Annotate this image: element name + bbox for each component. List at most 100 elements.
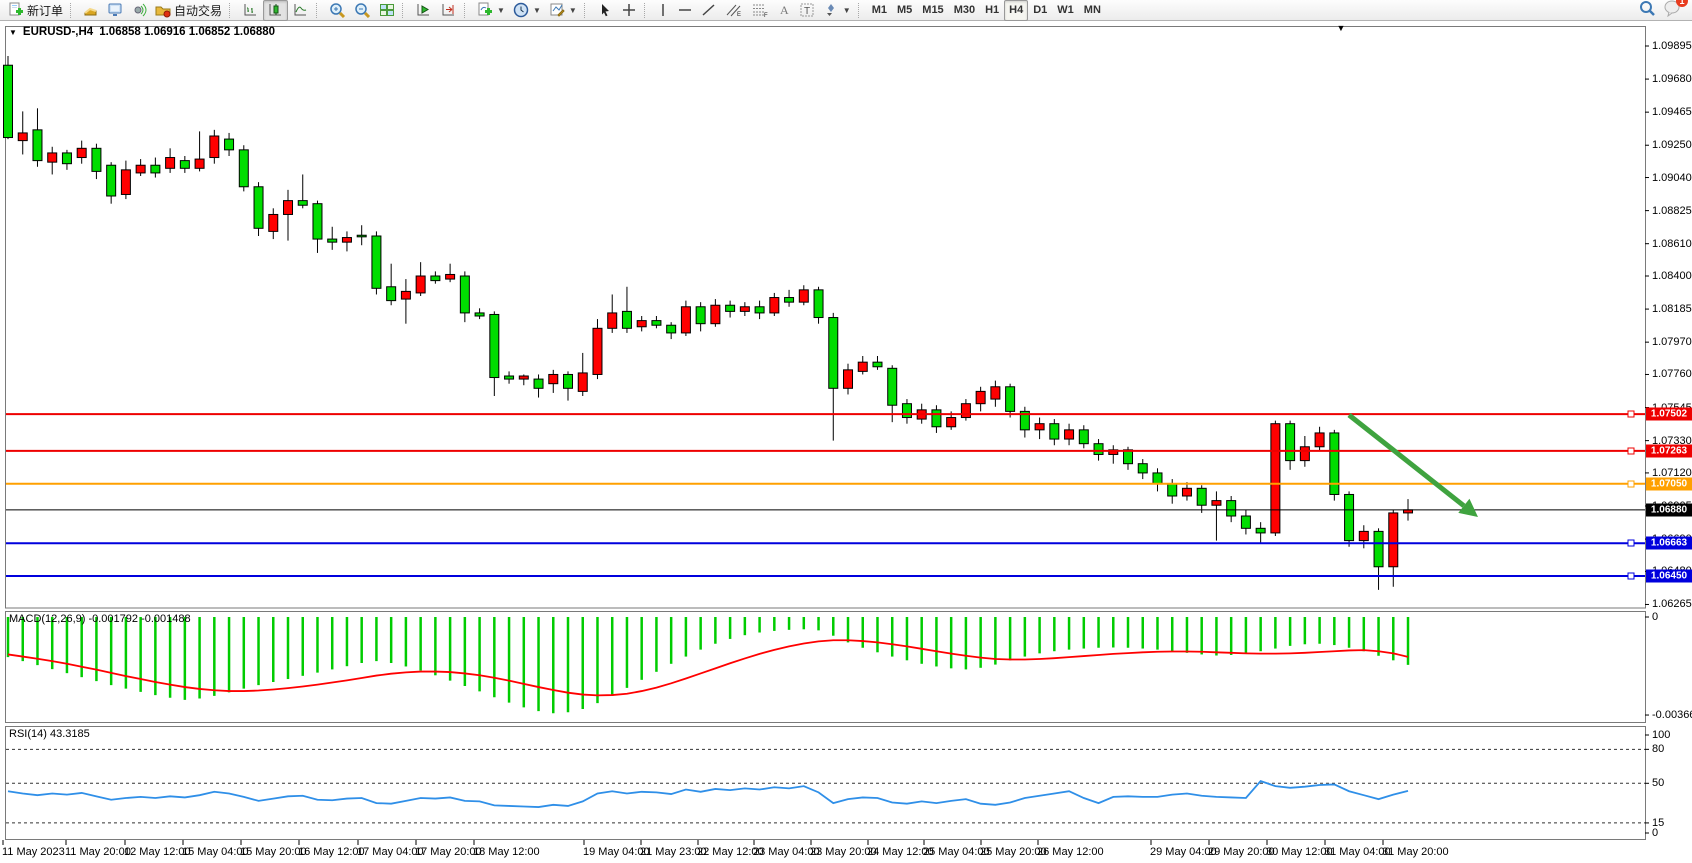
chevron-down-icon: ▼ [569,6,577,15]
alerts-button[interactable] [127,0,151,21]
notifications-icon[interactable]: 1 [1664,0,1682,22]
trendline-button[interactable] [697,0,721,21]
svg-text:F: F [764,13,768,18]
search-icon[interactable] [1638,0,1656,22]
tile-windows-button[interactable] [375,0,399,21]
chartshift-icon [440,2,457,18]
tf-m5-button[interactable]: M5 [892,0,917,21]
time-axis-label: 30 May 12:00 [1266,846,1333,858]
indicators-button[interactable]: ▼ [473,0,509,21]
bar-chart-button[interactable] [238,0,263,21]
price-axis-tick: 1.08825 [1652,205,1692,217]
linechart-icon [292,2,309,18]
time-axis-label: 15 May 20:00 [240,846,307,858]
tf-d1-button[interactable]: D1 [1028,0,1052,21]
tf-h1-button[interactable]: H1 [980,0,1004,21]
crosshair-button[interactable] [617,0,641,21]
channel-button[interactable]: E [721,0,747,21]
trend-arrow-annotation [1349,415,1464,506]
timeframe-label: W1 [1057,4,1074,16]
toolbar-separator [464,3,469,18]
price-axis-tick: 1.09250 [1652,139,1692,151]
rsi-indicator-label: RSI(14) 43.3185 [9,728,90,740]
indicators-icon [477,2,493,18]
price-axis-tick: 1.07970 [1652,336,1692,348]
timeframe-label: H1 [985,4,999,16]
template-icon [549,2,565,18]
candles-icon [267,2,284,18]
tf-w1-button[interactable]: W1 [1052,0,1079,21]
bid-price-tag: 1.06880 [1646,503,1692,516]
crosshair-icon [621,2,637,18]
auto-scroll-button[interactable] [411,0,436,21]
hline-handle[interactable] [1628,447,1635,454]
level-price-tag: 1.07502 [1646,408,1692,421]
cursor-button[interactable] [593,0,617,21]
timeframe-label: M30 [954,4,975,16]
periods-button[interactable]: ▼ [509,0,545,21]
hline-handle[interactable] [1628,572,1635,579]
main-toolbar: 新订单自动交易▼▼▼EFAT▼M1M5M15M30H1H4D1W1MN1 [0,0,1692,21]
chart-canvas [0,22,1692,863]
rsi-axis-tick: 80 [1652,743,1664,755]
autotrading-icon [155,2,171,18]
timeframe-label: M15 [922,4,943,16]
profiles-button[interactable] [103,0,127,21]
autotrading-button[interactable]: 自动交易 [151,0,226,21]
level-price-tag: 1.06450 [1646,569,1692,582]
new-order-button[interactable]: 新订单 [4,0,67,21]
text-button[interactable]: A [773,0,795,21]
time-axis-label: 17 May 20:00 [415,846,482,858]
ohlc-values: 1.06858 1.06916 1.06852 1.06880 [99,26,275,38]
level-price-tag: 1.07263 [1646,444,1692,457]
time-axis-label: 11 May 20:00 [65,846,131,858]
tiles-icon [379,2,395,18]
price-axis-tick: 1.09680 [1652,73,1692,85]
vertical-line-button[interactable] [653,0,673,21]
chart-shift-marker[interactable]: ▼ [1337,23,1346,33]
time-axis-label: 12 May 12:00 [124,846,191,858]
timeframe-label: M1 [872,4,887,16]
price-axis-tick: 1.08185 [1652,303,1692,315]
fibonacci-button[interactable]: F [747,0,773,21]
zoom-out-button[interactable] [350,0,375,21]
chart-symbol-line: ▼ EURUSD-,H4 1.06858 1.06916 1.06852 1.0… [9,26,275,38]
toolbar-separator [229,3,234,18]
time-axis-label: 18 May 12:00 [473,846,540,858]
arrows-button[interactable]: ▼ [819,0,855,21]
price-axis-tick: 1.09465 [1652,106,1692,118]
tf-h4-button[interactable]: H4 [1004,0,1028,21]
label-button[interactable]: T [795,0,819,21]
horizontal-line-button[interactable] [673,0,697,21]
time-axis-label: 15 May 04:00 [182,846,249,858]
chart-shift-button[interactable] [436,0,461,21]
hline-handle[interactable] [1628,540,1635,547]
zoom-in-button[interactable] [325,0,350,21]
tf-m15-button[interactable]: M15 [917,0,948,21]
tf-m30-button[interactable]: M30 [949,0,980,21]
clock-icon [513,2,529,18]
macd-axis-tick: -0.003666 [1652,709,1692,721]
new-order-icon [8,2,24,18]
labelT-icon: T [799,2,815,18]
price-axis-tick: 1.09895 [1652,40,1692,52]
svg-text:A: A [780,3,789,17]
gold-chart-icon [83,2,99,18]
hline-handle[interactable] [1628,411,1635,418]
shapes-icon [823,2,839,18]
price-axis-tick: 1.07760 [1652,368,1692,380]
new-chart-button[interactable] [79,0,103,21]
level-price-tag: 1.06663 [1646,537,1692,550]
tf-m1-button[interactable]: M1 [867,0,892,21]
symbol-dropdown-icon[interactable]: ▼ [9,28,17,37]
chart-area[interactable]: ▼ EURUSD-,H4 1.06858 1.06916 1.06852 1.0… [0,22,1692,863]
candlestick-chart-button[interactable] [263,0,288,21]
templates-button[interactable]: ▼ [545,0,581,21]
hline-handle[interactable] [1628,480,1635,487]
chevron-down-icon: ▼ [497,6,505,15]
tf-mn-button[interactable]: MN [1079,0,1106,21]
notification-badge: 1 [1676,0,1688,7]
time-axis-label: 26 May 12:00 [1037,846,1104,858]
line-chart-button[interactable] [288,0,313,21]
level-price-tag: 1.07050 [1646,477,1692,490]
